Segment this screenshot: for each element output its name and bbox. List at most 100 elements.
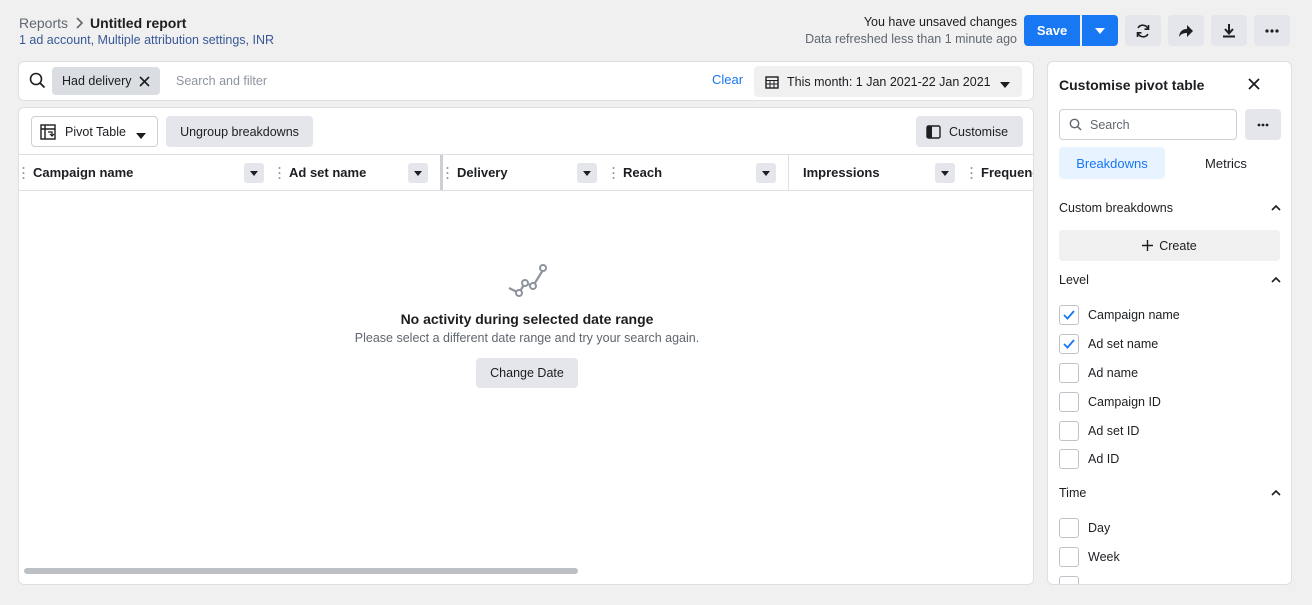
caret-down-icon [1000, 77, 1010, 91]
unsaved-changes-text: You have unsaved changes [863, 15, 1017, 29]
panel-title: Customise pivot table [1059, 77, 1205, 93]
download-icon [1223, 23, 1235, 37]
caret-down-icon [250, 170, 258, 176]
option-label: Day [1088, 521, 1111, 535]
refresh-status-text: Data refreshed less than 1 minute ago [805, 32, 1017, 46]
caret-down-icon [762, 170, 770, 176]
share-button[interactable] [1168, 15, 1204, 46]
option-label: Week [1088, 550, 1120, 564]
checkbox-unchecked[interactable] [1059, 363, 1079, 383]
column-label: Ad set name [289, 165, 367, 180]
panel-more-button[interactable] [1245, 109, 1281, 140]
pivot-table-icon [40, 123, 56, 140]
checkbox-checked[interactable] [1059, 305, 1079, 325]
column-menu-button[interactable] [577, 163, 597, 183]
customise-button[interactable]: Customise [916, 116, 1023, 147]
column-label: Impressions [803, 165, 880, 180]
refresh-button[interactable] [1125, 15, 1161, 46]
export-button[interactable] [1211, 15, 1247, 46]
checkmark-icon [1063, 339, 1075, 349]
drag-handle-icon[interactable] [970, 166, 973, 180]
time-option-week[interactable]: Week [1059, 547, 1120, 567]
option-label: Campaign name [1088, 308, 1180, 322]
column-header-impressions[interactable]: Impressions [789, 155, 967, 190]
level-option-ad-set-id[interactable]: Ad set ID [1059, 421, 1139, 441]
option-label: Ad name [1088, 366, 1139, 380]
horizontal-scrollbar[interactable] [24, 568, 578, 574]
checkbox-unchecked[interactable] [1059, 421, 1079, 441]
more-options-button[interactable] [1254, 15, 1290, 46]
caret-down-icon [136, 128, 146, 142]
breakdown-search-input[interactable]: Search [1059, 109, 1237, 140]
checkmark-icon [1063, 310, 1075, 320]
save-button[interactable]: Save [1024, 15, 1080, 46]
customise-pivot-panel: Customise pivot table Search Breakdowns … [1047, 61, 1292, 585]
drag-handle-icon[interactable] [278, 166, 281, 180]
tab-metrics[interactable]: Metrics [1173, 147, 1279, 179]
level-option-ad-set-name[interactable]: Ad set name [1059, 334, 1158, 354]
line-chart-icon [505, 258, 549, 301]
column-label: Delivery [457, 165, 508, 180]
close-icon[interactable] [1247, 77, 1261, 94]
sidebar-panel-icon [926, 124, 941, 139]
chevron-up-icon [1271, 277, 1281, 283]
share-arrow-icon [1179, 24, 1193, 37]
time-option-day[interactable]: Day [1059, 518, 1110, 538]
column-menu-button[interactable] [756, 163, 776, 183]
tab-breakdowns[interactable]: Breakdowns [1059, 147, 1165, 179]
caret-down-icon [941, 170, 949, 176]
column-label: Campaign name [33, 165, 134, 180]
drag-handle-icon[interactable] [22, 166, 25, 180]
custom-breakdowns-section-header[interactable]: Custom breakdowns [1059, 201, 1281, 215]
checkbox-unchecked[interactable] [1059, 547, 1079, 567]
checkbox-unchecked[interactable] [1059, 449, 1079, 469]
change-date-button[interactable]: Change Date [476, 358, 578, 388]
level-option-campaign-name[interactable]: Campaign name [1059, 305, 1180, 325]
checkbox-unchecked[interactable] [1059, 392, 1079, 412]
clear-filters-link[interactable]: Clear [712, 72, 743, 87]
column-menu-button[interactable] [935, 163, 955, 183]
report-table-panel: Pivot Table Ungroup breakdowns Customise… [18, 107, 1034, 585]
column-label: Frequency [981, 165, 1033, 180]
time-section-header[interactable]: Time [1059, 486, 1281, 500]
time-option-partial[interactable] [1059, 576, 1079, 584]
option-label: Ad set ID [1088, 424, 1140, 438]
checkbox-checked[interactable] [1059, 334, 1079, 354]
filter-chip-had-delivery[interactable]: Had delivery [52, 67, 161, 95]
level-option-ad-id[interactable]: Ad ID [1059, 449, 1119, 469]
ungroup-breakdowns-button[interactable]: Ungroup breakdowns [166, 116, 313, 147]
column-header-reach[interactable]: Reach [609, 155, 788, 190]
column-header-delivery[interactable]: Delivery [443, 155, 609, 190]
level-option-ad-name[interactable]: Ad name [1059, 363, 1138, 383]
checkbox-unchecked[interactable] [1059, 576, 1079, 584]
filter-bar: Had delivery Search and filter Clear Thi… [18, 61, 1034, 101]
search-filter-input[interactable]: Search and filter [176, 74, 267, 88]
date-range-picker[interactable]: This month: 1 Jan 2021-22 Jan 2021 [754, 66, 1022, 97]
column-header-frequency[interactable]: Frequency [967, 155, 1033, 190]
create-breakdown-button[interactable]: Create [1059, 230, 1280, 261]
report-header: Reports Untitled report 1 ad account, Mu… [0, 0, 1312, 58]
chevron-up-icon [1271, 205, 1281, 211]
report-title[interactable]: Untitled report [90, 15, 186, 31]
checkbox-unchecked[interactable] [1059, 518, 1079, 538]
drag-handle-icon[interactable] [446, 166, 449, 180]
column-menu-button[interactable] [244, 163, 264, 183]
save-options-dropdown[interactable] [1082, 15, 1118, 46]
column-header-ad-set-name[interactable]: Ad set name [275, 155, 440, 190]
section-label: Custom breakdowns [1059, 201, 1173, 215]
column-header-campaign-name[interactable]: Campaign name [19, 155, 275, 190]
remove-filter-icon[interactable] [139, 75, 151, 87]
level-section-header[interactable]: Level [1059, 273, 1281, 287]
drag-handle-icon[interactable] [612, 166, 615, 180]
option-label: Ad ID [1088, 452, 1120, 466]
plus-icon [1142, 240, 1154, 251]
filter-chip-label: Had delivery [62, 74, 132, 88]
report-subtitle-link[interactable]: 1 ad account, Multiple attribution setti… [19, 33, 274, 47]
table-header-row: Campaign name Ad set name Delivery Reach… [19, 154, 1033, 191]
column-menu-button[interactable] [408, 163, 428, 183]
view-type-dropdown[interactable]: Pivot Table [31, 116, 158, 147]
customise-label: Customise [949, 124, 1009, 139]
breadcrumb-reports-link[interactable]: Reports [19, 15, 68, 31]
level-option-campaign-id[interactable]: Campaign ID [1059, 392, 1161, 412]
save-status: You have unsaved changes Data refreshed … [805, 14, 1017, 48]
